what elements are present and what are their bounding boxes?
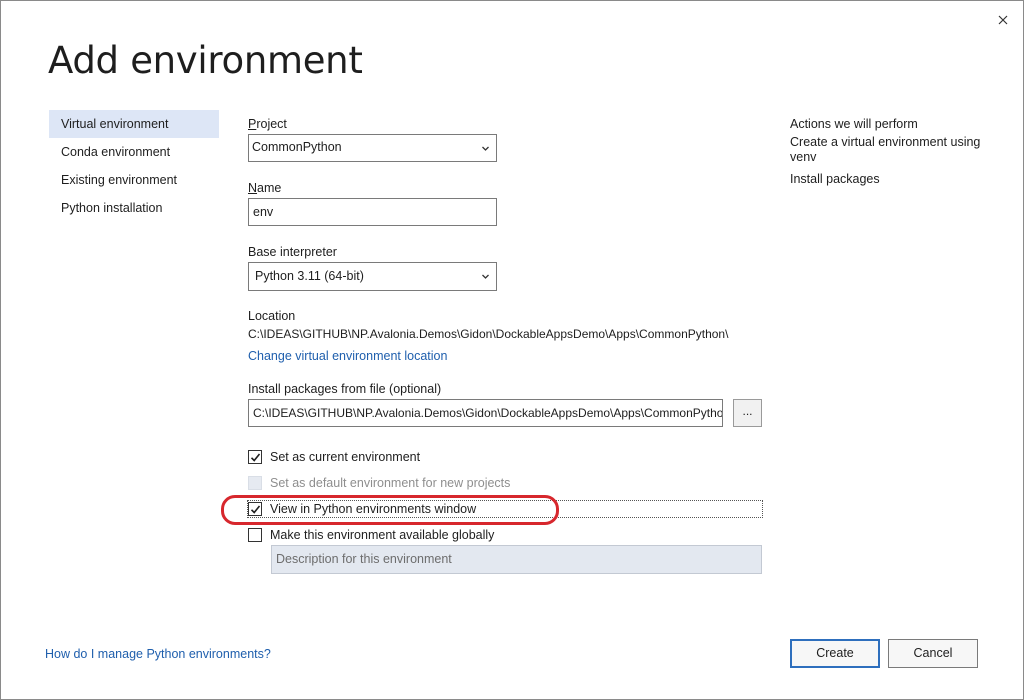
location-path: C:\IDEAS\GITHUB\NP.Avalonia.Demos\Gidon\…: [248, 327, 729, 341]
available-globally-label: Make this environment available globally: [270, 528, 495, 542]
project-label: Project: [248, 117, 287, 131]
create-button[interactable]: Create: [790, 639, 880, 668]
base-interpreter-select[interactable]: Python 3.11 (64-bit): [248, 262, 497, 291]
checkmark-icon: [250, 505, 261, 514]
nav-item-existing-environment[interactable]: Existing environment: [49, 166, 219, 194]
change-location-link[interactable]: Change virtual environment location: [248, 349, 447, 363]
available-globally-checkbox[interactable]: [248, 528, 262, 542]
browse-button[interactable]: ...: [733, 399, 762, 427]
view-in-window-checkbox[interactable]: [248, 502, 262, 516]
nav-item-virtual-environment[interactable]: Virtual environment: [49, 110, 219, 138]
description-input: Description for this environment: [271, 545, 762, 574]
action-item: Install packages: [790, 172, 880, 186]
set-default-label: Set as default environment for new proje…: [270, 476, 511, 490]
nav-item-conda-environment[interactable]: Conda environment: [49, 138, 219, 166]
actions-heading: Actions we will perform: [790, 117, 918, 131]
available-globally-option[interactable]: Make this environment available globally: [248, 526, 494, 544]
nav-item-python-installation[interactable]: Python installation: [49, 194, 219, 222]
name-input[interactable]: env: [248, 198, 497, 226]
base-interpreter-value: Python 3.11 (64-bit): [255, 269, 364, 283]
checkmark-icon: [250, 453, 261, 462]
project-select[interactable]: CommonPython: [248, 134, 497, 162]
page-title: Add environment: [48, 39, 363, 82]
view-in-window-option[interactable]: View in Python environments window: [248, 500, 476, 518]
actions-panel: Actions we will perform Create a virtual…: [790, 117, 990, 187]
environment-type-nav: Virtual environment Conda environment Ex…: [49, 110, 219, 222]
location-label: Location: [248, 309, 296, 323]
help-link[interactable]: How do I manage Python environments?: [45, 647, 271, 661]
close-icon: [998, 15, 1008, 25]
install-packages-input[interactable]: C:\IDEAS\GITHUB\NP.Avalonia.Demos\Gidon\…: [248, 399, 723, 427]
set-default-checkbox: [248, 476, 262, 490]
action-item: Create a virtual environment using venv: [790, 135, 981, 164]
base-interpreter-label: Base interpreter: [248, 245, 337, 259]
project-select-value: CommonPython: [252, 140, 342, 154]
set-current-option[interactable]: Set as current environment: [248, 448, 420, 466]
view-in-window-label: View in Python environments window: [270, 502, 477, 516]
chevron-down-icon: [482, 146, 489, 151]
install-packages-label: Install packages from file (optional): [248, 382, 442, 396]
set-current-label: Set as current environment: [270, 450, 421, 464]
add-environment-dialog: Add environment Virtual environment Cond…: [0, 0, 1024, 700]
cancel-button[interactable]: Cancel: [888, 639, 978, 668]
set-default-option: Set as default environment for new proje…: [248, 474, 510, 492]
name-label: Name: [248, 181, 282, 195]
set-current-checkbox[interactable]: [248, 450, 262, 464]
chevron-down-icon: [482, 274, 489, 279]
close-button[interactable]: [993, 10, 1013, 30]
